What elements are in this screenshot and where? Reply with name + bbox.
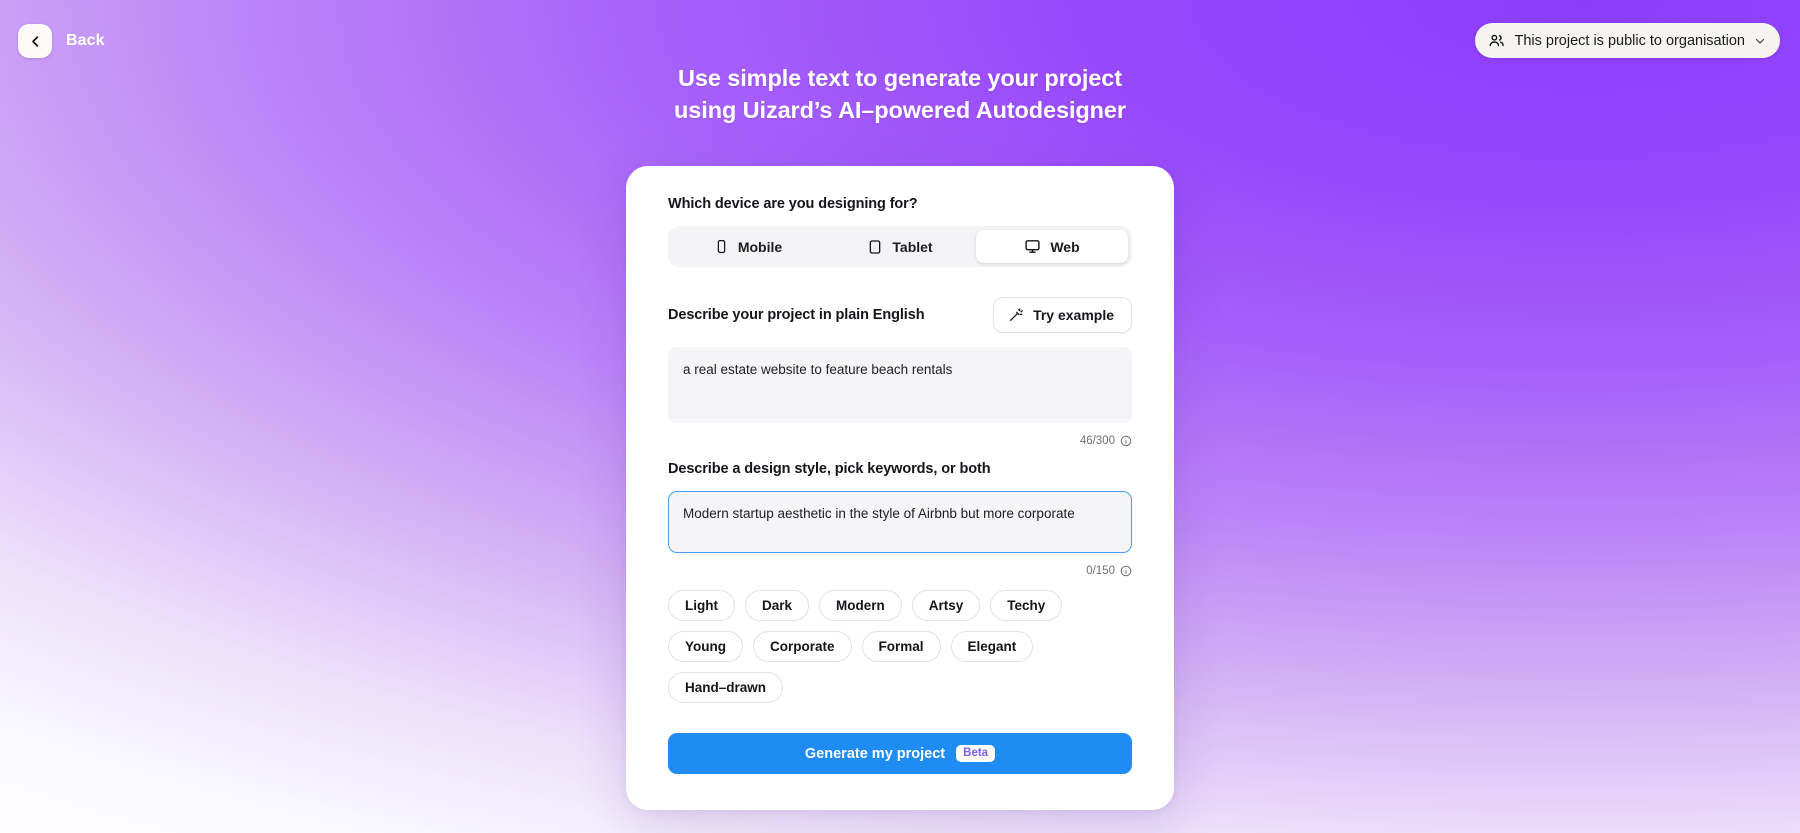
design-style-counter-text: 0/150 <box>1086 565 1115 577</box>
describe-project-row: Describe your project in plain English T… <box>668 297 1132 333</box>
keyword-chip[interactable]: Modern <box>819 590 902 621</box>
design-style-label: Describe a design style, pick keywords, … <box>668 461 991 477</box>
device-option-web-label: Web <box>1050 238 1080 255</box>
keyword-chip[interactable]: Corporate <box>753 631 852 662</box>
design-style-counter: 0/150 <box>668 565 1132 577</box>
keyword-chip-list: Light Dark Modern Artsy Techy Young Corp… <box>668 590 1132 703</box>
magic-wand-icon <box>1008 307 1024 323</box>
project-description-counter: 46/300 <box>668 435 1132 447</box>
keyword-chip[interactable]: Light <box>668 590 735 621</box>
device-type-segmented-control[interactable]: Mobile Tablet Web <box>668 226 1132 267</box>
device-option-tablet-label: Tablet <box>892 238 933 255</box>
device-option-mobile-label: Mobile <box>737 238 783 255</box>
device-option-mobile[interactable]: Mobile <box>672 230 824 263</box>
design-style-input[interactable] <box>668 491 1132 553</box>
chevron-left-icon <box>28 34 43 49</box>
generate-project-label: Generate my project <box>804 745 946 762</box>
phone-icon <box>714 239 729 254</box>
chevron-down-icon[interactable] <box>1754 35 1766 47</box>
project-description-counter-text: 46/300 <box>1079 435 1115 447</box>
page-title-line-2: using Uizard’s AI–powered Autodesigner <box>674 97 1126 123</box>
back-button-circle[interactable] <box>18 24 52 58</box>
keyword-chip[interactable]: Formal <box>861 631 941 662</box>
back-button[interactable]: Back <box>18 24 105 58</box>
keyword-chip[interactable]: Elegant <box>950 631 1034 662</box>
try-example-button[interactable]: Try example <box>993 297 1132 333</box>
device-option-tablet[interactable]: Tablet <box>824 230 976 263</box>
keyword-chip[interactable]: Hand–drawn <box>668 672 784 703</box>
page-title-line-1: Use simple text to generate your project <box>678 65 1122 91</box>
keyword-chip[interactable]: Techy <box>990 590 1063 621</box>
beta-badge: Beta <box>956 744 996 763</box>
users-icon <box>1488 32 1505 49</box>
generate-project-button[interactable]: Generate my project Beta <box>668 733 1132 774</box>
keyword-chip[interactable]: Young <box>668 631 743 662</box>
back-label: Back <box>66 32 105 49</box>
page-title: Use simple text to generate your project… <box>0 62 1800 126</box>
keyword-chip[interactable]: Artsy <box>911 590 981 621</box>
monitor-icon <box>1024 238 1041 255</box>
tablet-icon <box>867 239 883 255</box>
try-example-label: Try example <box>1033 307 1114 323</box>
device-question-label: Which device are you designing for? <box>668 196 918 212</box>
autodesigner-form-card: Which device are you designing for? Mobi… <box>626 166 1174 810</box>
info-circle-icon[interactable] <box>1120 435 1132 447</box>
keyword-chip[interactable]: Dark <box>745 590 810 621</box>
info-circle-icon[interactable] <box>1120 565 1132 577</box>
project-description-input[interactable] <box>668 347 1132 423</box>
describe-project-label: Describe your project in plain English <box>668 307 925 323</box>
visibility-label: This project is public to organisation <box>1514 32 1745 49</box>
project-visibility-selector[interactable]: This project is public to organisation <box>1475 23 1780 58</box>
device-option-web[interactable]: Web <box>976 230 1128 263</box>
